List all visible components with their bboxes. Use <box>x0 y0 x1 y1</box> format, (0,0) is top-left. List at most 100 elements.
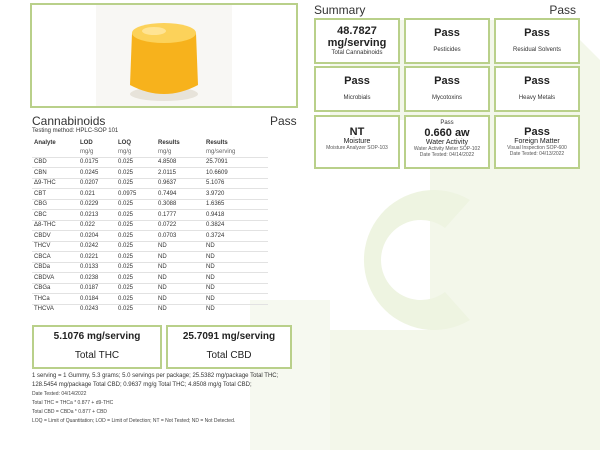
table-cell: ND <box>156 303 204 314</box>
table-cell: 25.7091 <box>204 156 268 168</box>
table-cell: 0.025 <box>116 167 156 178</box>
tile-value: Pass <box>434 75 460 87</box>
table-cell: 0.0229 <box>78 198 116 210</box>
table-cell: ND <box>204 303 268 314</box>
table-row: THCV 0.0242 0.025 ND ND <box>32 240 268 252</box>
thc-formula: Total THC = THCa * 0.877 + d9-THC <box>32 400 114 406</box>
table-cell: ND <box>204 261 268 273</box>
table-cell: 0.0242 <box>78 240 116 252</box>
unit-cell: mg/g <box>118 148 132 155</box>
tile-status: Pass <box>440 120 454 126</box>
unit-cell: mg/serving <box>206 148 236 155</box>
tile-total-cannabinoids: 48.7827 mg/serving Total Cannabinoids <box>314 18 400 64</box>
table-cell: 0.025 <box>116 219 156 231</box>
table-cell: THCV <box>32 240 78 252</box>
tile-residual-solvents: Pass Residual Solvents <box>494 18 580 64</box>
total-cbd-value: 25.7091 mg/serving <box>182 331 276 342</box>
tile-value: NT <box>349 126 365 138</box>
col-results-mg-serving: Results <box>206 139 228 146</box>
tile-label: Pesticides <box>433 47 461 53</box>
tile-label: Residual Solvents <box>512 47 562 53</box>
table-cell: 0.0245 <box>78 167 116 178</box>
table-cell: ND <box>156 261 204 273</box>
table-cell: 10.6609 <box>204 167 268 178</box>
table-cell: ND <box>156 240 204 252</box>
table-cell: 0.025 <box>116 261 156 273</box>
tile-label: Foreign Matter <box>514 138 560 145</box>
table-cell: 0.022 <box>78 219 116 231</box>
table-row: THCVA 0.0243 0.025 ND ND <box>32 303 268 314</box>
table-row: CBD 0.0175 0.025 4.8508 25.7091 <box>32 156 268 168</box>
table-cell: 3.9720 <box>204 188 268 199</box>
abbreviation-legend: LOQ = Limit of Quantitation; LOD = Limit… <box>32 418 236 424</box>
table-cell: 0.0221 <box>78 251 116 262</box>
tile-label: Microbials <box>343 95 371 101</box>
cbd-formula: Total CBD = CBDa * 0.877 + CBD <box>32 409 108 415</box>
table-cell: 0.3724 <box>204 230 268 241</box>
table-cell: 0.3088 <box>156 198 204 210</box>
tile-pesticides: Pass Pesticides <box>404 18 490 64</box>
table-cell: 0.0722 <box>156 219 204 231</box>
table-row: CBT 0.021 0.0975 0.7494 3.9720 <box>32 188 268 199</box>
table-row: CBN 0.0245 0.025 2.0115 10.6609 <box>32 167 268 178</box>
table-header-row: Analyte LOD LOQ Results Results <box>32 138 268 147</box>
table-cell: THCa <box>32 293 78 304</box>
table-cell: ND <box>156 251 204 262</box>
table-cell: ND <box>156 293 204 304</box>
total-cbd-label: Total CBD <box>206 350 252 361</box>
table-cell: ND <box>204 282 268 294</box>
table-cell: 4.8508 <box>156 156 204 168</box>
table-cell: ND <box>156 282 204 294</box>
table-cell: 0.025 <box>116 177 156 189</box>
table-row: CBDVA 0.0238 0.025 ND ND <box>32 272 268 283</box>
testing-method: Testing method: HPLC-SOP 101 <box>32 128 119 134</box>
table-cell: 0.9418 <box>204 209 268 220</box>
table-cell: 0.9637 <box>156 177 204 189</box>
table-row: CBDa 0.0133 0.025 ND ND <box>32 261 268 273</box>
table-cell: 0.0243 <box>78 303 116 314</box>
table-cell: 0.025 <box>116 209 156 220</box>
cannabinoids-title: Cannabinoids <box>32 114 106 128</box>
tile-label: Total Cannabinoids <box>331 50 383 56</box>
tile-moisture: NT Moisture Moisture Analyzer SOP-103 <box>314 115 400 169</box>
tile-microbials: Pass Microbials <box>314 66 400 112</box>
table-cell: 0.0204 <box>78 230 116 241</box>
table-row: CBCA 0.0221 0.025 ND ND <box>32 251 268 262</box>
table-cell: 0.025 <box>116 251 156 262</box>
tile-label: Heavy Metals <box>518 95 556 101</box>
table-row: CBC 0.0213 0.025 0.1777 0.9418 <box>32 209 268 220</box>
serving-note: 1 serving = 1 Gummy, 5.3 grams; 5.0 serv… <box>32 373 279 388</box>
table-cell: ND <box>204 272 268 283</box>
tile-mycotoxins: Pass Mycotoxins <box>404 66 490 112</box>
table-cell: 0.021 <box>78 188 116 199</box>
table-cell: CBC <box>32 209 78 220</box>
gummy-image <box>96 5 232 106</box>
table-cell: 0.0187 <box>78 282 116 294</box>
table-row: Δ8-THC 0.022 0.025 0.0722 0.3824 <box>32 219 268 231</box>
table-cell: CBGa <box>32 282 78 294</box>
table-cell: 0.0133 <box>78 261 116 273</box>
table-cell: 0.0213 <box>78 209 116 220</box>
table-row: CBGa 0.0187 0.025 ND ND <box>32 282 268 294</box>
date-tested: Date Tested: 04/14/2022 <box>32 391 87 397</box>
table-cell: 0.0238 <box>78 272 116 283</box>
unit-cell: mg/g <box>80 148 94 155</box>
table-cell: 0.7494 <box>156 188 204 199</box>
table-cell: 5.1076 <box>204 177 268 189</box>
table-cell: CBT <box>32 188 78 199</box>
col-results-mg-g: Results <box>158 139 180 146</box>
total-thc-box: 5.1076 mg/serving Total THC <box>32 325 162 369</box>
tile-date: Date Tested: 04/13/2022 <box>509 151 565 157</box>
table-cell: 0.0175 <box>78 156 116 168</box>
tile-method: Moisture Analyzer SOP-103 <box>326 145 388 151</box>
total-thc-value: 5.1076 mg/serving <box>53 331 141 342</box>
tile-value: 0.660 aw <box>424 127 470 139</box>
table-cell: CBDa <box>32 261 78 273</box>
tile-label: Water Activity <box>425 139 469 146</box>
tile-water-activity: Pass 0.660 aw Water Activity Water Activ… <box>404 115 490 169</box>
product-image-frame <box>30 3 298 108</box>
summary-title: Summary <box>314 3 366 17</box>
table-cell: 0.0207 <box>78 177 116 189</box>
table-cell: CBCA <box>32 251 78 262</box>
table-cell: ND <box>156 272 204 283</box>
